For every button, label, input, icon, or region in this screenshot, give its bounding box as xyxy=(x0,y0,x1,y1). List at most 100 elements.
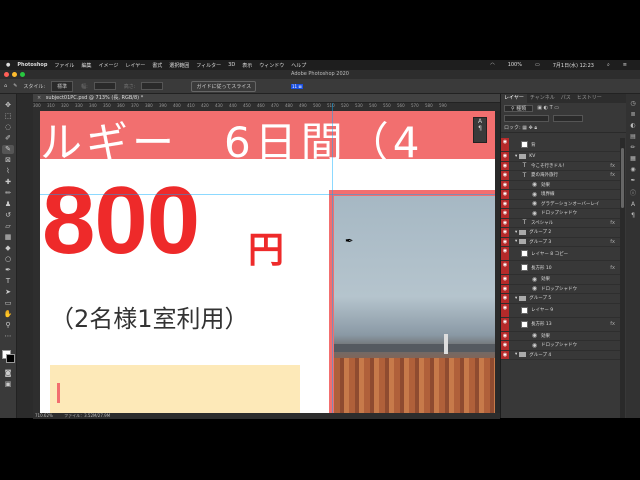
fx-icon[interactable]: fx xyxy=(610,172,615,178)
background-color-swatch[interactable] xyxy=(5,354,15,363)
visibility-eye-icon[interactable]: ◉ xyxy=(501,190,509,199)
fx-icon[interactable]: fx xyxy=(610,239,615,245)
tab-channels[interactable]: チャンネル xyxy=(527,94,558,103)
filter-type-icon[interactable]: T xyxy=(550,105,553,111)
layer-row[interactable]: ◉ T 今こそ行きドル！ fx xyxy=(501,161,620,171)
close-window-button[interactable] xyxy=(4,72,9,77)
quick-select-tool-icon[interactable]: ✐ xyxy=(2,134,14,143)
info-panel-icon[interactable]: ⓘ xyxy=(630,188,636,197)
battery-icon[interactable]: ▭ xyxy=(535,62,540,68)
fx-icon[interactable]: fx xyxy=(610,163,615,169)
shape-tool-icon[interactable]: ▭ xyxy=(2,299,14,308)
hand-tool-icon[interactable]: ✋ xyxy=(2,310,14,319)
visibility-eye-icon[interactable]: ◉ xyxy=(501,303,509,317)
pen-tool-icon[interactable]: ✒ xyxy=(2,266,14,275)
height-input[interactable] xyxy=(141,82,164,90)
menu-select[interactable]: 選択範囲 xyxy=(169,62,189,69)
visibility-eye-icon[interactable]: ◉ xyxy=(501,199,509,208)
style-select[interactable]: 標準 xyxy=(51,80,74,92)
width-input[interactable] xyxy=(93,82,116,90)
zoom-tool-icon[interactable]: ⚲ xyxy=(2,321,14,330)
layer-row[interactable]: ◉ ◉ 境界線 xyxy=(501,190,620,200)
effect-eye-icon[interactable]: ◉ xyxy=(531,276,538,283)
vertical-guide[interactable] xyxy=(332,103,333,413)
effect-eye-icon[interactable]: ◉ xyxy=(531,210,538,217)
layer-row[interactable]: ◉ 長方形 13 fx xyxy=(501,317,620,332)
visibility-eye-icon[interactable]: ◉ xyxy=(501,209,509,218)
slices-from-guides-button[interactable]: ガイドに従ってスライス xyxy=(191,80,257,92)
menu-file[interactable]: ファイル xyxy=(54,62,74,69)
menu-image[interactable]: イメージ xyxy=(98,62,118,69)
layer-kind-select[interactable]: ⚲ 種類 xyxy=(504,104,534,112)
brush-panel-icon[interactable]: ✏ xyxy=(630,144,635,151)
tab-layers[interactable]: レイヤー xyxy=(501,94,527,103)
lock-position-icon[interactable]: ✥ xyxy=(529,125,533,131)
filter-shape-icon[interactable]: ▭ xyxy=(554,105,559,111)
horizontal-ruler[interactable]: 300 310 320 330 340 350 360 370 380 390 400 410 420 4… xyxy=(33,103,500,111)
visibility-eye-icon[interactable]: ◉ xyxy=(501,294,509,303)
slice-number-label[interactable]: 11 ⊠ xyxy=(291,84,303,89)
paragraph-panel-icon[interactable]: ¶ xyxy=(631,212,635,219)
healing-brush-tool-icon[interactable]: ✚ xyxy=(2,178,14,187)
paragraph-panel-icon[interactable]: ¶ xyxy=(474,125,486,132)
layer-row[interactable]: ◉ ◉ グラデーションオーバーレイ xyxy=(501,199,620,209)
layer-row[interactable]: ◉ ◉ ドロップシャドウ xyxy=(501,284,620,294)
fx-icon[interactable]: fx xyxy=(610,321,615,327)
control-center-icon[interactable]: ≡ xyxy=(623,62,627,68)
history-brush-tool-icon[interactable]: ↺ xyxy=(2,211,14,220)
layer-row[interactable]: ◉ ▾ グループ 4 xyxy=(501,350,620,360)
chevron-down-icon[interactable]: ▾ xyxy=(515,352,517,357)
menu-window[interactable]: ウィンドウ xyxy=(259,62,284,69)
lasso-tool-icon[interactable]: ◌ xyxy=(2,123,14,132)
stamp-tool-icon[interactable]: ♟ xyxy=(2,200,14,209)
opacity-input[interactable] xyxy=(553,114,583,122)
visibility-eye-icon[interactable]: ◉ xyxy=(501,275,509,284)
clock[interactable]: 7月1日(水) 12:23 xyxy=(553,62,594,69)
history-panel-icon[interactable]: ◷ xyxy=(630,100,635,107)
layer-row[interactable]: ◉ ◉ 効果 xyxy=(501,180,620,190)
chevron-down-icon[interactable]: ▾ xyxy=(515,296,517,301)
lock-all-icon[interactable]: 🔒︎ xyxy=(534,125,537,131)
more-tools-icon[interactable]: ⋯ xyxy=(2,332,14,341)
menu-layer[interactable]: レイヤー xyxy=(125,62,145,69)
document-canvas[interactable]: ルギー 6日間（4 800 円 （2名様1室利用） xyxy=(40,111,495,413)
filter-pixel-icon[interactable]: ▣ xyxy=(537,105,542,111)
eyedropper-tool-icon[interactable]: ⌇ xyxy=(2,167,14,176)
visibility-eye-icon[interactable]: ◉ xyxy=(501,237,509,246)
marquee-tool-icon[interactable]: ⬚ xyxy=(2,112,14,121)
wifi-icon[interactable]: ◠ xyxy=(490,62,494,68)
visibility-eye-icon[interactable]: ◉ xyxy=(501,331,509,340)
lock-pixels-icon[interactable]: ▦ xyxy=(522,125,527,131)
effect-eye-icon[interactable]: ◉ xyxy=(531,200,538,207)
visibility-eye-icon[interactable]: ◉ xyxy=(501,171,509,180)
move-tool-icon[interactable]: ✥ xyxy=(2,101,14,110)
visibility-eye-icon[interactable]: ◉ xyxy=(501,152,509,161)
fx-icon[interactable]: fx xyxy=(610,265,615,271)
apple-menu-icon[interactable]: ● xyxy=(6,62,10,68)
visibility-eye-icon[interactable]: ◉ xyxy=(501,228,509,237)
character-mini-panel[interactable]: A ¶ xyxy=(473,117,487,143)
visibility-eye-icon[interactable]: ◉ xyxy=(501,317,509,331)
layer-row[interactable]: ◉ ▾ グループ 5 xyxy=(501,294,620,304)
quick-mask-icon[interactable]: ◙ xyxy=(2,369,14,378)
layer-row[interactable]: ◉ 長方形 10 fx xyxy=(501,261,620,275)
horizontal-guide[interactable] xyxy=(40,194,495,195)
swatches-panel-icon[interactable]: ▦ xyxy=(630,155,636,162)
character-panel-icon[interactable]: A xyxy=(474,118,486,125)
screen-mode-icon[interactable]: ▣ xyxy=(2,380,14,389)
effect-eye-icon[interactable]: ◉ xyxy=(531,342,538,349)
document-tab[interactable]: × subject01PC.psd @ 713% (長, RGB/8) * xyxy=(33,94,500,103)
chevron-down-icon[interactable]: ▾ xyxy=(515,239,517,244)
visibility-eye-icon[interactable]: ◉ xyxy=(501,284,509,293)
visibility-eye-icon[interactable]: ◉ xyxy=(501,161,509,170)
zoom-level[interactable]: 710.62% xyxy=(35,413,53,418)
menu-filter[interactable]: フィルター xyxy=(196,62,221,69)
eraser-tool-icon[interactable]: ▱ xyxy=(2,222,14,231)
layer-row[interactable]: ◉ T 夏の海外旅行 fx xyxy=(501,171,620,181)
effect-eye-icon[interactable]: ◉ xyxy=(531,285,538,292)
app-menu[interactable]: Photoshop xyxy=(17,62,47,68)
type-tool-icon[interactable]: T xyxy=(2,277,14,286)
layer-row[interactable]: ◉ ▾ グループ 2 xyxy=(501,228,620,238)
brush-tool-icon[interactable]: ✏ xyxy=(2,189,14,198)
layer-row[interactable]: ◉ ▾ グループ 3 fx xyxy=(501,237,620,247)
